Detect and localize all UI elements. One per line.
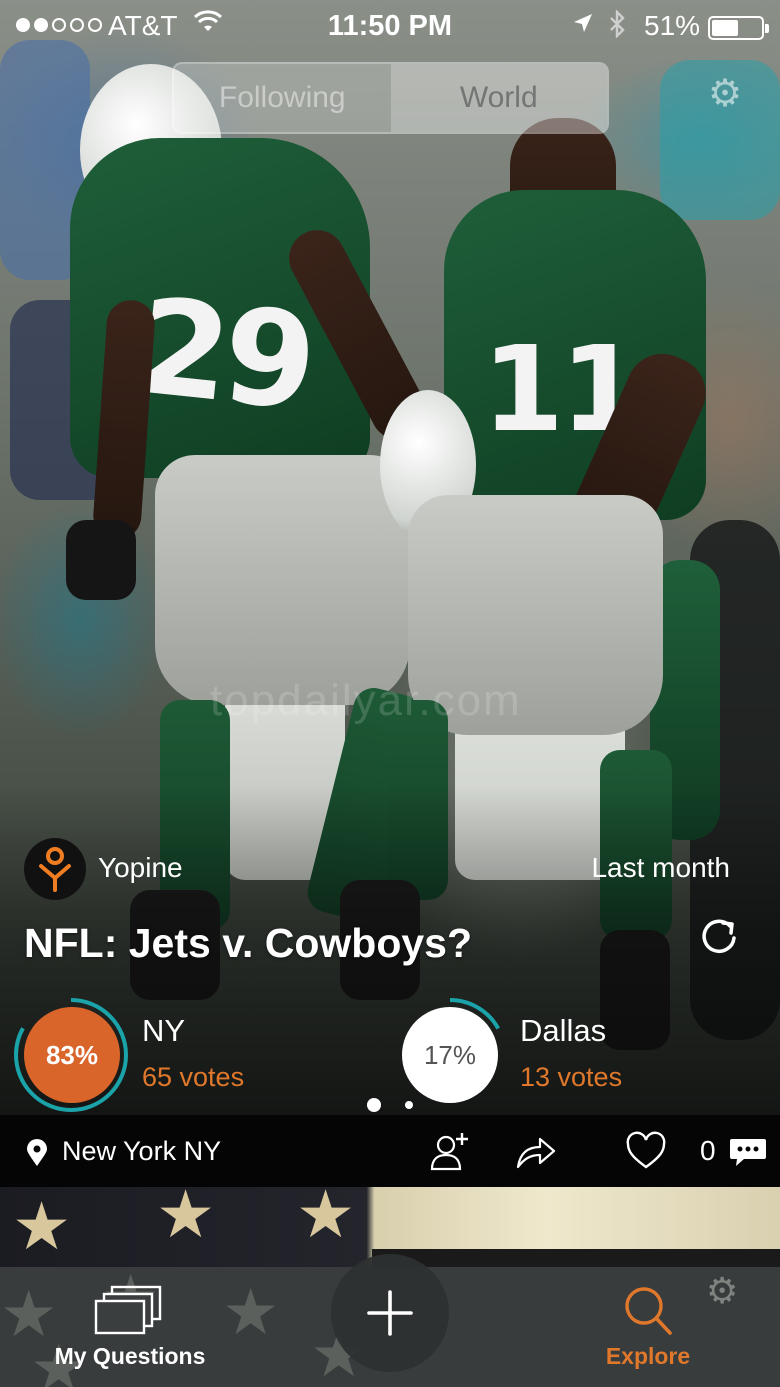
- question-location[interactable]: New York NY: [62, 1136, 221, 1167]
- battery-percent: 51%: [644, 10, 701, 41]
- yopine-logo-icon: [39, 847, 71, 892]
- add-user-icon[interactable]: [428, 1129, 472, 1173]
- battery-icon: [708, 16, 769, 40]
- option-ny-button[interactable]: 83%: [24, 1007, 120, 1103]
- player-pants: [155, 455, 410, 705]
- location-pin-icon: [27, 1139, 47, 1166]
- stack-icon: [94, 1285, 162, 1335]
- posted-time: Last month: [591, 852, 730, 883]
- add-question-button[interactable]: [331, 1254, 449, 1372]
- location-arrow-icon: [572, 12, 594, 40]
- option-ny-votes: 65 votes: [142, 1062, 245, 1092]
- gear-icon[interactable]: ⚙: [705, 74, 745, 114]
- watermark: topdailyar.com: [210, 676, 522, 725]
- status-bar: AT&T 11:50 PM 51%: [0, 0, 780, 52]
- tab-my-questions-label: My Questions: [54, 1343, 206, 1369]
- card-action-bar: New York NY 0: [0, 1115, 780, 1187]
- tab-explore-label: Explore: [605, 1343, 691, 1369]
- option-dallas-name[interactable]: Dallas: [520, 1013, 606, 1049]
- comment-count: 0: [700, 1135, 716, 1166]
- author-name[interactable]: Yopine: [98, 852, 183, 884]
- tab-my-questions[interactable]: My Questions: [30, 1267, 230, 1387]
- tab-world[interactable]: World: [390, 64, 607, 132]
- feed-segmented-control: Following World: [172, 62, 609, 134]
- page-dot[interactable]: [405, 1101, 413, 1109]
- option-dallas-votes: 13 votes: [520, 1062, 623, 1092]
- bluetooth-icon: [608, 9, 626, 45]
- share-icon[interactable]: [514, 1129, 558, 1173]
- refresh-icon[interactable]: [696, 914, 742, 960]
- page-indicator: [0, 1098, 780, 1112]
- page-dot-active[interactable]: [367, 1098, 381, 1112]
- option-dallas-button[interactable]: 17%: [402, 1007, 498, 1103]
- gear-icon[interactable]: ⚙: [706, 1270, 738, 1312]
- comment-icon[interactable]: [728, 1129, 768, 1173]
- search-icon: [625, 1287, 672, 1335]
- author-avatar[interactable]: [24, 838, 86, 900]
- option-ny-name[interactable]: NY: [142, 1013, 185, 1049]
- plus-icon: [367, 1290, 413, 1336]
- heart-icon[interactable]: [624, 1129, 668, 1173]
- question-title: NFL: Jets v. Cowboys?: [24, 920, 473, 966]
- tab-following[interactable]: Following: [174, 64, 391, 132]
- player-glove: [66, 520, 136, 600]
- jersey-number: 29: [130, 269, 318, 441]
